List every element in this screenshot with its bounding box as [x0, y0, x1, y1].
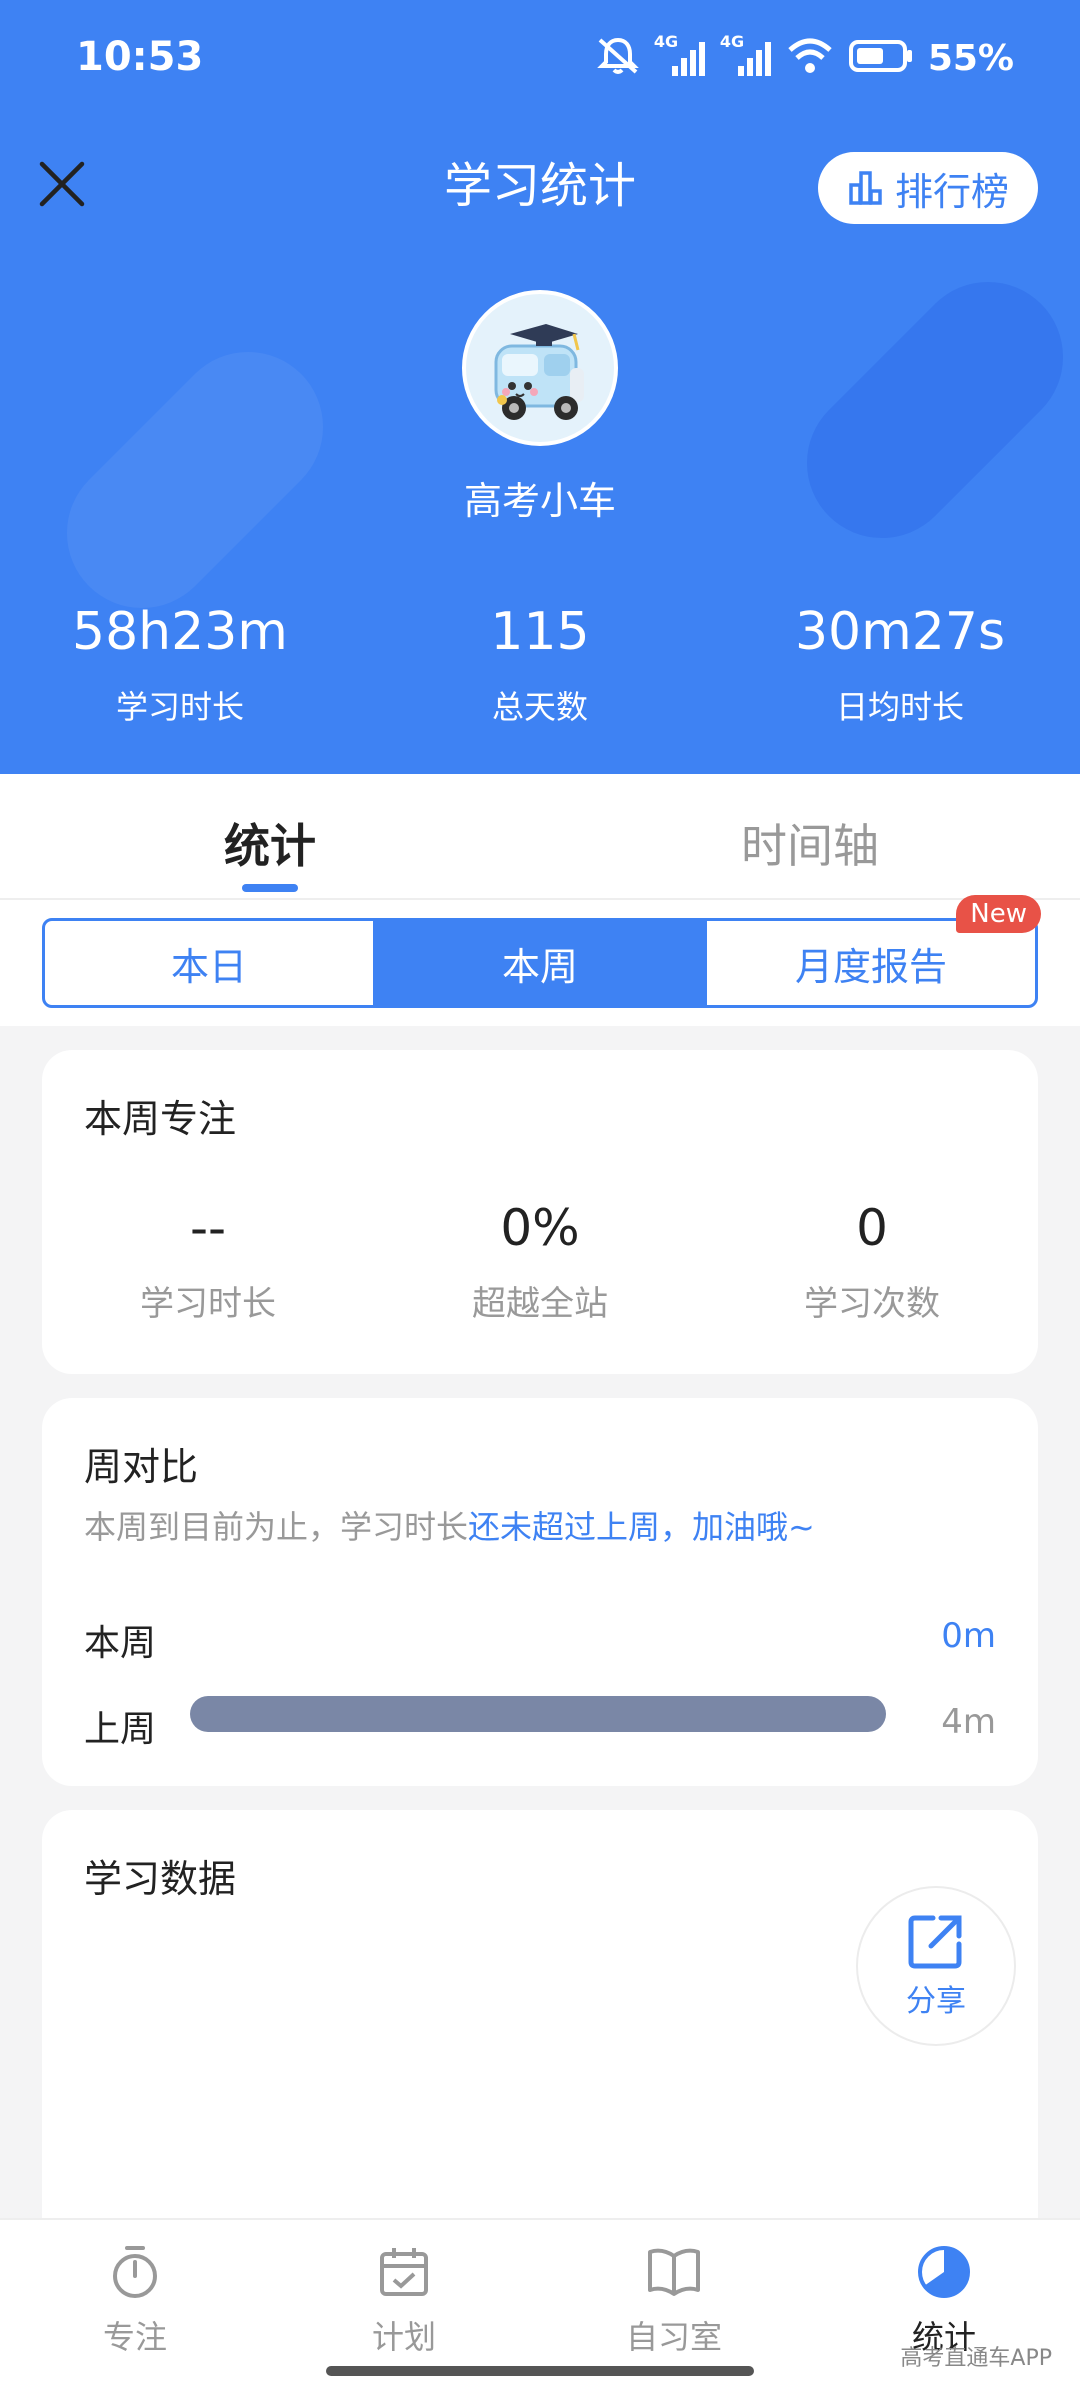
- tab-timeline[interactable]: 时间轴: [660, 810, 960, 876]
- pie-chart-icon: [844, 2240, 1044, 2304]
- summary-stat-daily-avg: 30m27s 日均时长: [720, 600, 1080, 728]
- stat-label: 学习时长: [115, 688, 244, 726]
- nav-item-study-room[interactable]: 自习室: [574, 2240, 774, 2358]
- focus-value: --: [189, 1199, 227, 1257]
- leaderboard-label: 排行榜: [894, 169, 1009, 214]
- nav-label: 专注: [102, 2318, 167, 2356]
- new-badge: New: [956, 895, 1041, 933]
- weekly-focus-card: 本周专注 -- 学习时长 0% 超越全站 0 学习次数: [42, 1050, 1038, 1374]
- signal-4g-icon: 4G: [654, 32, 706, 78]
- wifi-icon: [786, 36, 834, 80]
- stat-value: 30m27s: [794, 602, 1006, 662]
- tab-indicator: [242, 884, 298, 892]
- focus-label: 超越全站: [472, 1284, 608, 1324]
- summary-stat-total-days: 115 总天数: [360, 600, 720, 728]
- share-icon: [908, 1915, 962, 1969]
- username: 高考小车: [463, 479, 616, 523]
- this-week-label: 本周: [84, 1623, 157, 1664]
- comparison-subtitle: 本周到目前为止，学习时长还未超过上周，加油哦~: [84, 1502, 815, 1548]
- study-data-card: 学习数据 分享: [42, 1810, 1038, 2250]
- status-bar: 10:53 4G 4G 55%: [0, 0, 1080, 120]
- status-time: 10:53: [76, 34, 204, 80]
- period-selector-area: 本日 本周 月度报告 New: [0, 895, 1080, 1026]
- stat-value: 115: [490, 602, 590, 662]
- stat-value: 58h23m: [72, 602, 288, 662]
- car-mascot-icon: [494, 324, 584, 420]
- nav-item-focus[interactable]: 专注: [35, 2240, 235, 2358]
- summary-stats: 58h23m 学习时长 115 总天数 30m27s 日均时长: [0, 600, 1080, 728]
- nav-item-plan[interactable]: 计划: [304, 2240, 504, 2358]
- focus-stats: -- 学习时长 0% 超越全站 0 学习次数: [42, 1200, 1038, 1325]
- segment-today[interactable]: 本日: [45, 921, 376, 1005]
- week-comparison-card: 周对比 本周到目前为止，学习时长还未超过上周，加油哦~ 本周 0m 上周 4m: [42, 1398, 1038, 1786]
- focus-stat-sessions: 0 学习次数: [706, 1200, 1038, 1325]
- focus-label: 学习时长: [140, 1284, 276, 1324]
- segment-monthly-report-label: 月度报告: [794, 944, 947, 989]
- focus-stat-surpass: 0% 超越全站: [374, 1200, 706, 1325]
- card-title: 学习数据: [84, 1857, 237, 1901]
- stat-label: 总天数: [491, 688, 588, 726]
- watermark: 高考直通车APP: [900, 2346, 1052, 2371]
- period-selector: 本日 本周 月度报告 New: [42, 895, 1041, 1008]
- battery-percentage: 55%: [927, 37, 1014, 79]
- tab-statistics[interactable]: 统计: [120, 810, 420, 876]
- header-area: 10:53 4G 4G 55% 学习统计 排行榜 高考小车 58h23m 学习时…: [0, 0, 1080, 774]
- focus-value: 0%: [500, 1199, 580, 1257]
- main-tabs: 统计 时间轴: [0, 774, 1080, 900]
- summary-stat-study-time: 58h23m 学习时长: [0, 600, 360, 728]
- this-week-bar: [190, 1620, 886, 1656]
- leaderboard-button[interactable]: 排行榜: [818, 152, 1038, 224]
- last-week-bar-fill: [190, 1696, 886, 1732]
- focus-stat-study-time: -- 学习时长: [42, 1200, 374, 1325]
- card-title: 本周专注: [84, 1097, 237, 1141]
- stat-label: 日均时长: [835, 688, 964, 726]
- bar-chart-icon: [849, 171, 882, 205]
- signal-4g-icon: 4G: [720, 32, 772, 78]
- battery-icon: [848, 38, 914, 78]
- focus-label: 学习次数: [804, 1284, 940, 1324]
- last-week-value: 4m: [941, 1702, 996, 1742]
- subtitle-highlight: 还未超过上周，加油哦~: [468, 1508, 815, 1546]
- home-indicator[interactable]: [326, 2366, 754, 2376]
- timer-icon: [35, 2240, 235, 2304]
- segment-this-week[interactable]: 本周: [376, 921, 707, 1005]
- mute-icon: [596, 36, 640, 80]
- segment-monthly-report[interactable]: 月度报告 New: [707, 895, 1041, 1005]
- share-button[interactable]: 分享: [856, 1886, 1016, 2046]
- this-week-value: 0m: [941, 1616, 996, 1656]
- status-icons: 4G 4G 55%: [596, 32, 1014, 80]
- subtitle-text: 本周到目前为止，学习时长: [84, 1508, 469, 1546]
- last-week-label: 上周: [84, 1709, 157, 1750]
- book-icon: [574, 2240, 774, 2304]
- calendar-check-icon: [304, 2240, 504, 2304]
- focus-value: 0: [856, 1199, 888, 1257]
- card-title: 周对比: [84, 1445, 199, 1489]
- avatar[interactable]: [462, 290, 618, 446]
- share-label: 分享: [906, 1984, 966, 2019]
- nav-label: 自习室: [625, 2318, 722, 2356]
- nav-label: 计划: [371, 2318, 436, 2356]
- last-week-bar: [190, 1696, 886, 1732]
